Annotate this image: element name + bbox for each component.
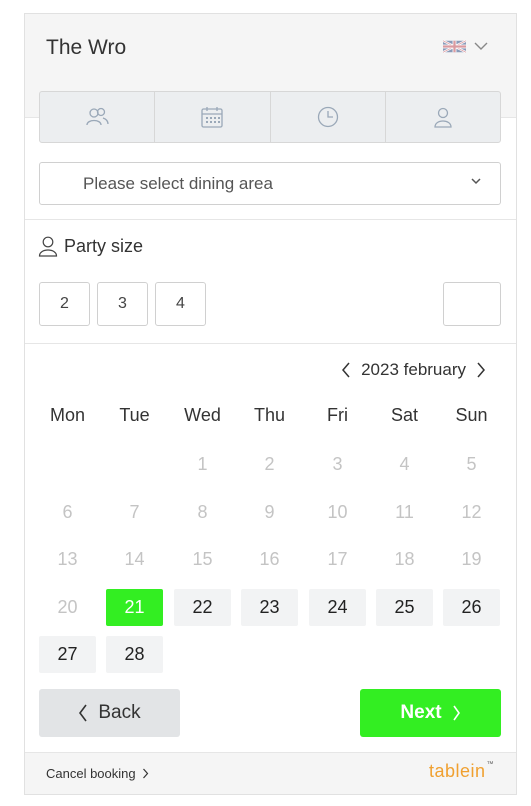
calendar-day: 9 xyxy=(264,502,275,522)
calendar-day: 15 xyxy=(192,549,213,569)
cancel-booking-label: Cancel booking xyxy=(46,766,136,781)
calendar-day[interactable]: 23 xyxy=(241,589,298,626)
cancel-booking-link[interactable]: Cancel booking xyxy=(46,766,149,781)
chevron-down-icon xyxy=(471,178,481,185)
calendar-day[interactable]: 25 xyxy=(376,589,433,626)
step-time[interactable] xyxy=(271,92,386,142)
calendar-day: 19 xyxy=(461,549,482,569)
widget-footer: Cancel booking tablein™ xyxy=(25,752,516,794)
calendar-day-selected[interactable]: 21 xyxy=(106,589,163,626)
calendar-day: 14 xyxy=(124,549,145,569)
chevron-right-icon xyxy=(452,705,460,721)
chevron-left-icon xyxy=(342,362,350,378)
chevron-down-icon xyxy=(474,42,488,50)
chevron-right-icon xyxy=(477,362,485,378)
calendar-day: 20 xyxy=(57,597,78,617)
dining-area-placeholder: Please select dining area xyxy=(83,173,273,193)
chevron-left-icon xyxy=(79,704,88,722)
clock-icon xyxy=(317,106,338,128)
calendar-day: 10 xyxy=(327,502,348,522)
party-size-3-button[interactable]: 3 xyxy=(97,282,148,326)
tablein-logo: tablein™ xyxy=(429,761,494,782)
restaurant-title: The Wro xyxy=(46,36,127,59)
weekday-header: Thu xyxy=(253,405,286,425)
trademark-mark: ™ xyxy=(486,761,494,768)
user-icon xyxy=(434,107,452,128)
calendar-day[interactable]: 27 xyxy=(39,636,96,673)
party-size-text: Party size xyxy=(64,235,144,256)
people-icon xyxy=(86,107,109,126)
booking-widget: The Wro Please select dining area Party … xyxy=(24,13,517,795)
uk-flag-icon xyxy=(443,39,466,54)
language-selector[interactable] xyxy=(443,39,488,54)
calendar-day: 11 xyxy=(395,502,414,522)
calendar-day: 2 xyxy=(264,454,275,474)
calendar-day: 17 xyxy=(327,549,348,569)
calendar-icon xyxy=(201,107,224,128)
chevron-right-icon xyxy=(142,768,148,779)
next-button[interactable]: Next xyxy=(360,689,501,737)
weekday-header: Sun xyxy=(455,405,488,425)
calendar-day: 7 xyxy=(129,502,140,522)
step-details[interactable] xyxy=(386,92,500,142)
calendar-day: 8 xyxy=(197,502,208,522)
month-label: 2023 february xyxy=(361,360,466,379)
weekday-header: Fri xyxy=(327,405,348,425)
divider xyxy=(25,219,516,220)
calendar-day: 3 xyxy=(332,454,343,474)
calendar-day[interactable]: 26 xyxy=(443,589,500,626)
calendar-day[interactable]: 24 xyxy=(309,589,366,626)
back-button[interactable]: Back xyxy=(39,689,180,737)
weekday-header: Sat xyxy=(390,405,419,425)
step-party[interactable] xyxy=(40,92,156,142)
calendar-day: 1 xyxy=(197,454,208,474)
party-size-label: Party size xyxy=(38,235,143,257)
calendar-day: 6 xyxy=(62,502,73,522)
party-size-custom-input[interactable] xyxy=(443,282,501,326)
calendar-day: 5 xyxy=(466,454,477,474)
calendar-day: 18 xyxy=(394,549,415,569)
back-button-label: Back xyxy=(98,702,141,723)
weekday-header: Mon xyxy=(49,405,85,425)
calendar-day[interactable]: 28 xyxy=(106,636,163,673)
booking-steps xyxy=(39,91,501,143)
prev-month-button[interactable] xyxy=(341,362,351,378)
party-size-4-button[interactable]: 4 xyxy=(155,282,206,326)
next-month-button[interactable] xyxy=(476,362,486,378)
party-size-2-button[interactable]: 2 xyxy=(39,282,90,326)
weekday-header: Wed xyxy=(184,405,221,425)
calendar-day: 13 xyxy=(57,549,78,569)
calendar-day[interactable]: 22 xyxy=(174,589,231,626)
month-navigation: 2023 february xyxy=(341,360,486,380)
divider xyxy=(25,343,516,344)
calendar-day: 12 xyxy=(461,502,482,522)
weekday-header: Tue xyxy=(119,405,150,425)
brand-name: tablein xyxy=(428,761,486,781)
calendar-day: 16 xyxy=(259,549,280,569)
user-icon xyxy=(38,236,58,257)
next-button-label: Next xyxy=(400,702,442,723)
calendar-day: 4 xyxy=(399,454,410,474)
step-date[interactable] xyxy=(155,92,271,142)
dining-area-select[interactable]: Please select dining area xyxy=(39,162,501,205)
